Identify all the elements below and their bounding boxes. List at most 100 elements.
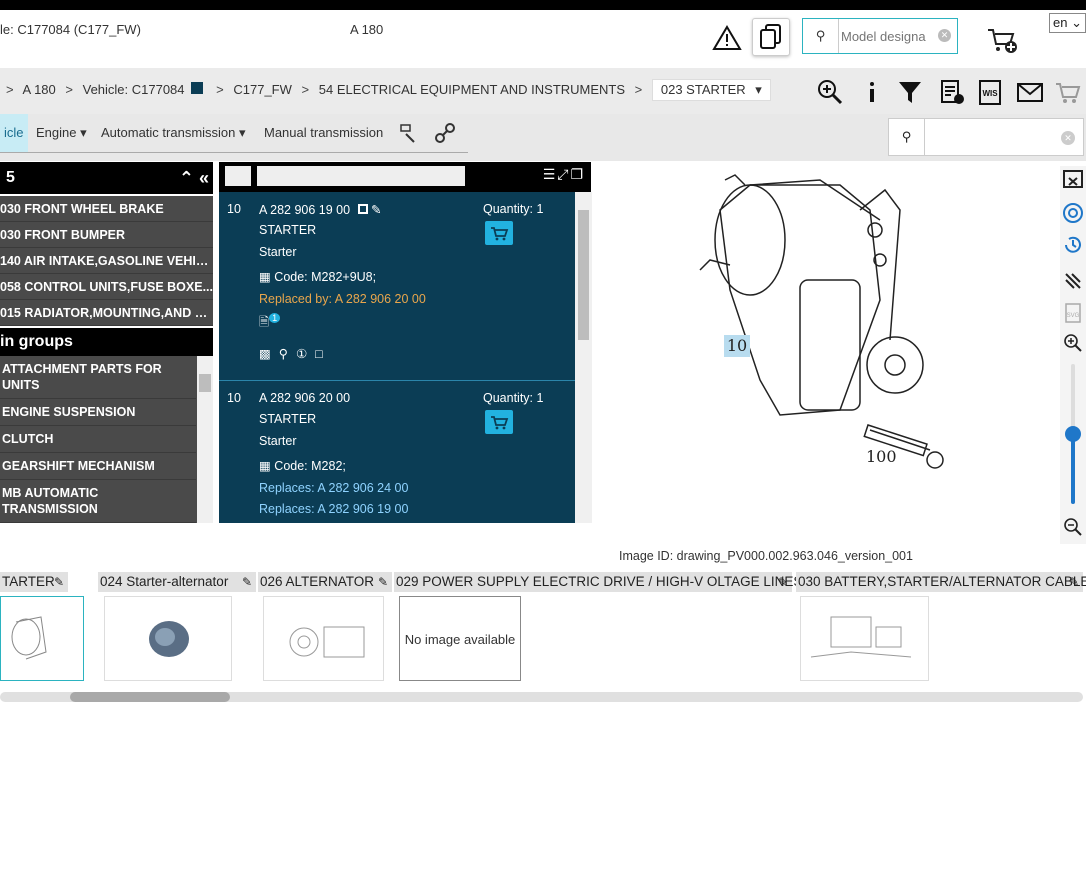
- thumbnail-image[interactable]: No image available: [399, 596, 521, 681]
- language-select[interactable]: en ⌄: [1049, 13, 1086, 33]
- close-panel-icon[interactable]: [1062, 168, 1084, 190]
- callout-100[interactable]: 100: [866, 447, 897, 466]
- clear-icon[interactable]: ✕: [1061, 131, 1075, 145]
- list-item[interactable]: CLUTCH: [0, 426, 196, 453]
- starter-drawing[interactable]: [640, 170, 1020, 540]
- search-icon[interactable]: ⚲: [803, 19, 839, 53]
- list-item[interactable]: GEARSHIFT MECHANISM: [0, 453, 196, 480]
- collapse-icon[interactable]: ⌃ «: [179, 162, 209, 194]
- subgroup-thumbnails: TARTER ✎ 024 Starter-alternator ✎ 026 ALTE…: [0, 572, 1086, 682]
- callout-10[interactable]: 10: [724, 335, 750, 357]
- crumb-model[interactable]: A 180: [23, 82, 56, 97]
- list-item[interactable]: 140 AIR INTAKE,GASOLINE VEHIC...: [0, 248, 213, 274]
- pin-off-icon[interactable]: [1062, 270, 1084, 292]
- svg-text:WIS: WIS: [982, 89, 998, 98]
- filter-icon[interactable]: [896, 78, 924, 106]
- list-item[interactable]: 058 CONTROL UNITS,FUSE BOXE...: [0, 274, 213, 300]
- list-item[interactable]: ATTACHMENT PARTS FOR UNITS: [0, 356, 196, 399]
- thumbnail-image[interactable]: [800, 596, 929, 681]
- target-icon[interactable]: [1062, 202, 1084, 224]
- search-icon[interactable]: ⚲: [889, 119, 925, 155]
- edit-icon[interactable]: ✎: [1069, 572, 1079, 592]
- quantity: Quantity: 1: [483, 202, 544, 216]
- edit-icon[interactable]: ✎: [54, 572, 64, 592]
- mail-icon[interactable]: [1016, 78, 1044, 106]
- edit-icon[interactable]: ✎: [378, 572, 388, 592]
- zoom-search-icon[interactable]: [816, 78, 844, 106]
- thumbnail-image[interactable]: [0, 596, 84, 681]
- replaced-by-link[interactable]: Replaced by: A 282 906 20 00: [259, 292, 426, 306]
- thumbnail-label[interactable]: 024 Starter-alternator ✎: [98, 572, 256, 592]
- thumbnail-label[interactable]: TARTER ✎: [0, 572, 68, 592]
- replaces-link[interactable]: Replaces: A 282 906 24 00: [259, 481, 408, 495]
- part-row[interactable]: 10 A 282 906 19 00 ✎ STARTER Starter ▦ C…: [219, 192, 575, 381]
- info-icon[interactable]: [858, 78, 886, 106]
- filter-text-input[interactable]: [257, 166, 465, 186]
- language-value: en: [1053, 15, 1068, 30]
- thumbnail-image[interactable]: [263, 596, 384, 681]
- part-position: 10: [227, 202, 241, 216]
- part-action-icons[interactable]: ▩⚲①□: [259, 346, 331, 361]
- tab-manual-transmission[interactable]: Manual transmission: [264, 114, 383, 152]
- warning-icon[interactable]: [712, 24, 742, 52]
- document-alert-icon[interactable]: [938, 78, 966, 106]
- add-to-cart-button[interactable]: [485, 221, 513, 245]
- tools-icon[interactable]: [434, 122, 456, 144]
- thumbnails-scrollbar[interactable]: [0, 692, 1083, 702]
- recent-groups-list: 030 FRONT WHEEL BRAKE 030 FRONT BUMPER 1…: [0, 196, 213, 326]
- battery-cable-thumbnail: [810, 616, 912, 658]
- list-view-icons[interactable]: ☰⤢❐: [543, 166, 585, 183]
- cart-add-icon[interactable]: [986, 26, 1018, 54]
- no-image-text: No image available: [404, 632, 516, 647]
- part-number[interactable]: A 282 906 20 00: [259, 391, 350, 405]
- part-position: 10: [227, 391, 241, 405]
- sidebar-scrollbar[interactable]: [197, 356, 213, 523]
- thumbnail-label[interactable]: 030 BATTERY,STARTER/ALTERNATOR CABLE ✎: [796, 572, 1086, 592]
- parts-list-scrollbar[interactable]: [575, 192, 592, 523]
- list-item[interactable]: 015 RADIATOR,MOUNTING,AND C...: [0, 300, 213, 326]
- groups-list: ATTACHMENT PARTS FOR UNITS ENGINE SUSPEN…: [0, 356, 213, 523]
- cart-icon[interactable]: [1054, 78, 1082, 106]
- quantity: Quantity: 1: [483, 391, 544, 405]
- part-number[interactable]: A 282 906 19 00 ✎: [259, 202, 382, 217]
- copy-small-icon[interactable]: [190, 82, 203, 94]
- replaces-link[interactable]: Replaces: A 282 906 19 00: [259, 502, 408, 516]
- model-search-input[interactable]: [841, 25, 937, 47]
- clear-icon[interactable]: ✕: [938, 29, 951, 42]
- add-to-cart-button[interactable]: [485, 410, 513, 434]
- tab-engine[interactable]: Engine ▾: [36, 114, 87, 152]
- copy-button[interactable]: [752, 18, 790, 56]
- list-item[interactable]: 030 FRONT BUMPER: [0, 222, 213, 248]
- tab-vehicle[interactable]: icle: [0, 114, 28, 152]
- thumbnail-label[interactable]: 029 POWER SUPPLY ELECTRIC DRIVE / HIGH-V…: [394, 572, 802, 592]
- crumb-vehicle[interactable]: Vehicle: C177084: [83, 82, 185, 97]
- zoom-slider-handle[interactable]: [1065, 426, 1081, 442]
- edit-icon[interactable]: ✎: [371, 203, 381, 217]
- list-item[interactable]: MB AUTOMATIC TRANSMISSION: [0, 480, 196, 523]
- alternator-drawing-thumbnail: [289, 626, 365, 658]
- tab-automatic-transmission[interactable]: Automatic transmission ▾: [101, 114, 246, 152]
- list-item[interactable]: 030 FRONT WHEEL BRAKE: [0, 196, 213, 222]
- copy-icon[interactable]: [357, 204, 368, 214]
- edit-icon[interactable]: ✎: [242, 572, 252, 592]
- drawing-toolbar: SVG: [1060, 166, 1086, 544]
- thumbnail-label[interactable]: 026 ALTERNATOR ✎: [258, 572, 392, 592]
- zoom-in-icon[interactable]: [1062, 332, 1084, 354]
- crumb-group[interactable]: 54 ELECTRICAL EQUIPMENT AND INSTRUMENTS: [319, 82, 625, 97]
- paint-icon[interactable]: [398, 122, 420, 144]
- svg-download-icon[interactable]: SVG: [1062, 302, 1084, 324]
- edit-icon[interactable]: ✎: [778, 572, 788, 592]
- crumb-variant[interactable]: C177_FW: [233, 82, 292, 97]
- parts-list: 10 A 282 906 19 00 ✎ STARTER Starter ▦ C…: [219, 192, 575, 523]
- parts-list-header: ☰⤢❐: [219, 162, 591, 192]
- image-id: Image ID: drawing_PV000.002.963.046_vers…: [619, 549, 913, 563]
- history-icon[interactable]: [1062, 234, 1084, 256]
- wis-icon[interactable]: WIS: [976, 78, 1004, 106]
- zoom-out-icon[interactable]: [1062, 516, 1084, 538]
- part-row[interactable]: 10 A 282 906 20 00 STARTER Starter ▦ Cod…: [219, 381, 575, 523]
- document-badge-icon[interactable]: 🗎 1: [259, 313, 281, 334]
- filter-position-input[interactable]: [225, 166, 251, 186]
- list-item[interactable]: ENGINE SUSPENSION: [0, 399, 196, 426]
- crumb-subgroup-dropdown[interactable]: 023 STARTER ▾: [651, 79, 771, 101]
- thumbnail-image[interactable]: [104, 596, 232, 681]
